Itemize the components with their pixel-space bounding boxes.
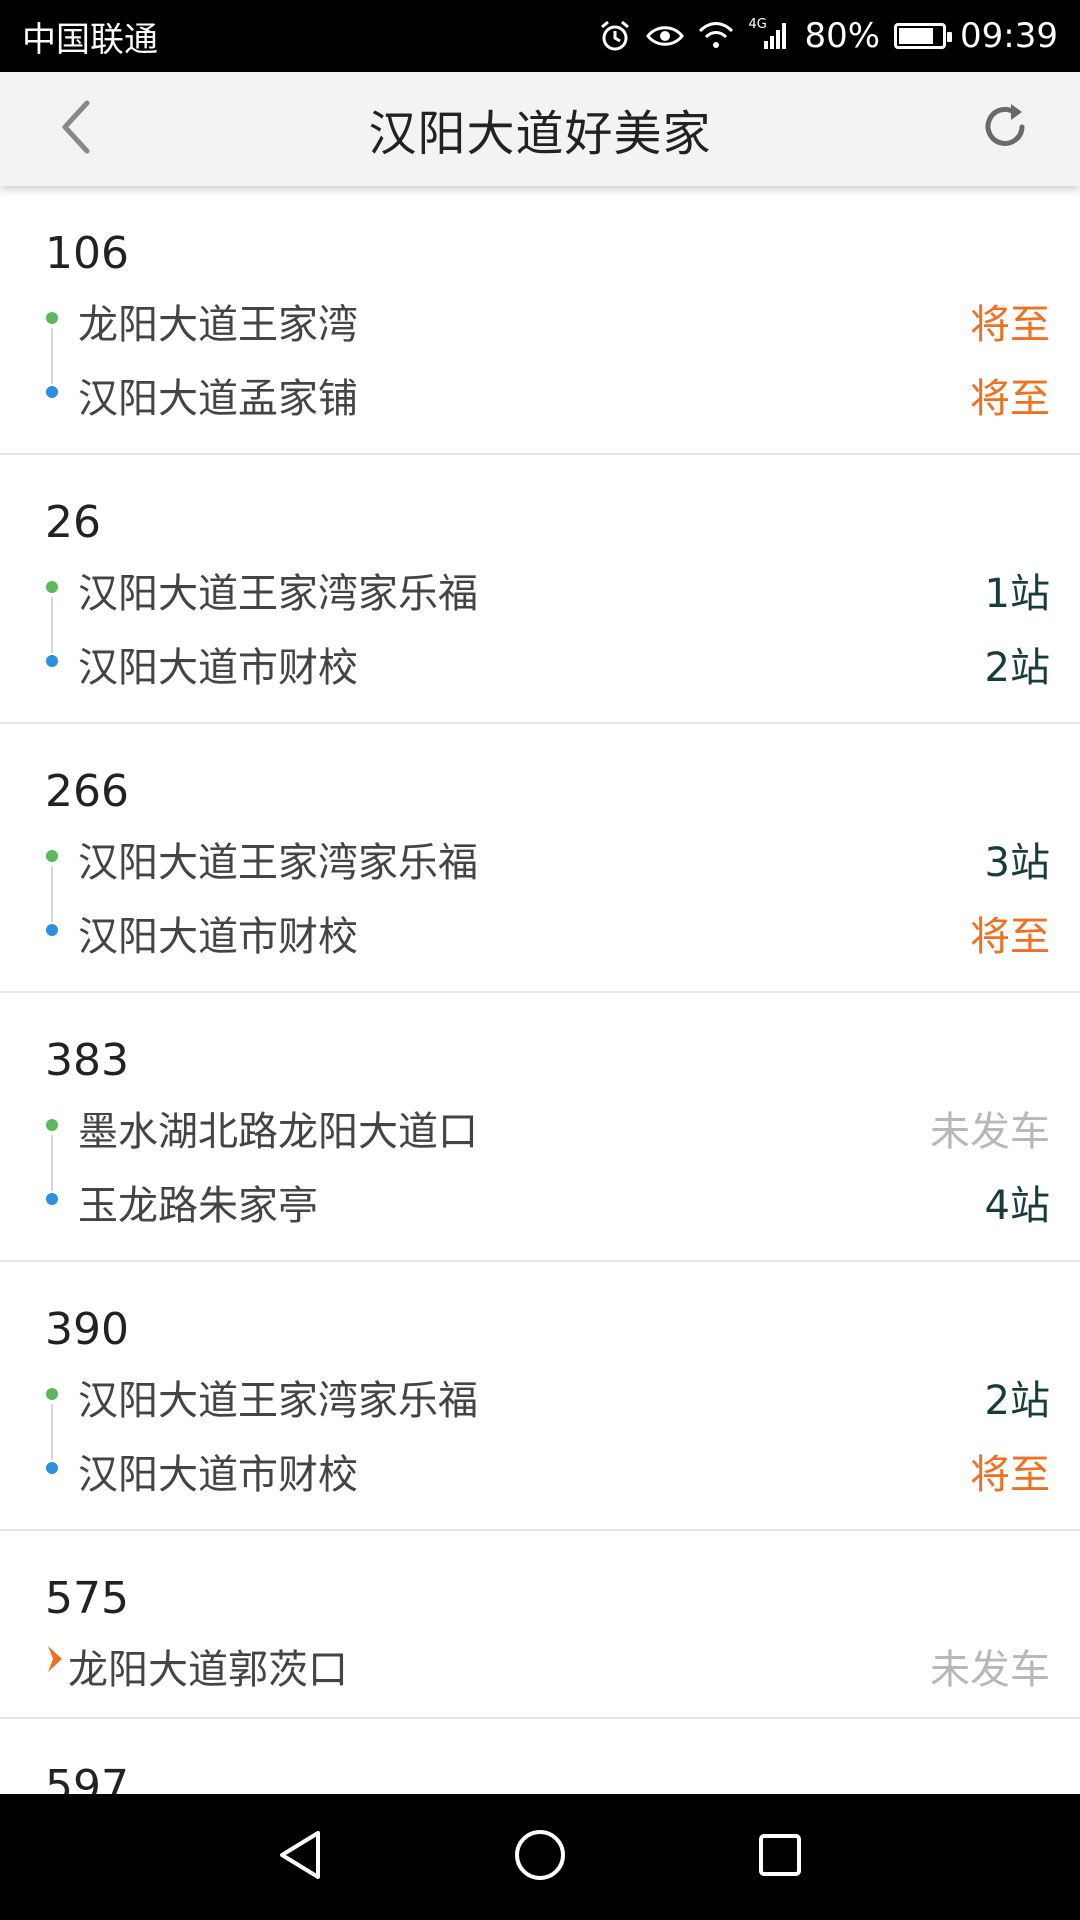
- line-number: 266: [45, 766, 129, 817]
- route-item[interactable]: 383 墨水湖北路龙阳大道口 未发车 玉龙路朱家亭 4站: [0, 993, 1080, 1262]
- arrival-status: 2站: [984, 1378, 1050, 1424]
- nav-home-button[interactable]: [495, 1812, 585, 1902]
- arrival-status: 将至: [970, 914, 1050, 960]
- nav-recent-button[interactable]: [735, 1812, 825, 1902]
- arrival-status: 2站: [984, 645, 1050, 691]
- stop-name: 墨水湖北路龙阳大道口: [78, 1109, 478, 1155]
- wifi-icon: [698, 21, 734, 51]
- battery-percent: 80%: [804, 16, 881, 56]
- stop-name: 玉龙路朱家亭: [78, 1183, 318, 1229]
- route-item[interactable]: 106 龙阳大道王家湾 将至 汉阳大道孟家铺 将至: [0, 186, 1080, 455]
- stop-name: 汉阳大道市财校: [78, 645, 358, 691]
- nav-back-button[interactable]: [255, 1812, 345, 1902]
- arrival-status: 将至: [970, 1452, 1050, 1498]
- stop-name: 汉阳大道王家湾家乐福: [78, 571, 478, 617]
- network-type-label: 4G: [748, 17, 767, 32]
- route-item[interactable]: 597: [0, 1719, 1080, 1794]
- arrival-status: 将至: [970, 302, 1050, 348]
- blue-dot-icon: [46, 386, 58, 398]
- signal-icon: 4G: [748, 17, 790, 51]
- connector-line: [51, 1404, 53, 1460]
- blue-dot-icon: [46, 1193, 58, 1205]
- arrival-status: 未发车: [930, 1647, 1050, 1693]
- route-item[interactable]: 390 汉阳大道王家湾家乐福 2站 汉阳大道市财校 将至: [0, 1262, 1080, 1531]
- green-dot-icon: [46, 1388, 58, 1400]
- app-header: 汉阳大道好美家: [0, 72, 1080, 186]
- connector-line: [51, 866, 53, 922]
- blue-dot-icon: [46, 1462, 58, 1474]
- stop-name: 龙阳大道郭茨口: [68, 1647, 348, 1693]
- line-number: 575: [45, 1573, 129, 1624]
- connector-line: [51, 1135, 53, 1191]
- arrow-right-icon: [46, 1644, 64, 1678]
- route-list[interactable]: 106 龙阳大道王家湾 将至 汉阳大道孟家铺 将至 26 汉阳大道王家湾家乐福 …: [0, 186, 1080, 1794]
- clock: 09:39: [960, 16, 1058, 56]
- stop-name: 龙阳大道王家湾: [78, 302, 358, 348]
- green-dot-icon: [46, 581, 58, 593]
- back-button[interactable]: [40, 94, 110, 164]
- refresh-icon: [978, 100, 1032, 158]
- eye-icon: [646, 23, 685, 49]
- green-dot-icon: [46, 312, 58, 324]
- line-number: 383: [45, 1035, 129, 1086]
- circle-home-icon: [513, 1828, 567, 1886]
- connector-line: [51, 328, 53, 384]
- stop-name: 汉阳大道王家湾家乐福: [78, 840, 478, 886]
- line-number: 106: [45, 228, 129, 279]
- triangle-back-icon: [276, 1829, 324, 1885]
- alarm-icon: [598, 19, 632, 53]
- battery-level: [899, 28, 934, 44]
- line-number: 597: [45, 1761, 129, 1794]
- chevron-left-icon: [57, 99, 93, 159]
- battery-icon: [894, 23, 953, 49]
- line-number: 26: [45, 497, 101, 548]
- system-nav-bar: [0, 1794, 1080, 1920]
- line-number: 390: [45, 1304, 129, 1355]
- stop-name: 汉阳大道王家湾家乐福: [78, 1378, 478, 1424]
- blue-dot-icon: [46, 655, 58, 667]
- stop-name: 汉阳大道孟家铺: [78, 376, 358, 422]
- stop-name: 汉阳大道市财校: [78, 914, 358, 960]
- blue-dot-icon: [46, 924, 58, 936]
- status-icons: 4G 80% 09:39: [598, 16, 1058, 56]
- connector-line: [51, 597, 53, 653]
- green-dot-icon: [46, 850, 58, 862]
- carrier-label: 中国联通: [22, 19, 158, 60]
- arrival-status: 将至: [970, 376, 1050, 422]
- arrival-status: 3站: [984, 840, 1050, 886]
- route-item[interactable]: 26 汉阳大道王家湾家乐福 1站 汉阳大道市财校 2站: [0, 455, 1080, 724]
- green-dot-icon: [46, 1119, 58, 1131]
- arrival-status: 1站: [984, 571, 1050, 617]
- square-recent-icon: [756, 1831, 804, 1883]
- arrival-status: 未发车: [930, 1109, 1050, 1155]
- arrival-status: 4站: [984, 1183, 1050, 1229]
- page-title: 汉阳大道好美家: [368, 106, 712, 162]
- status-bar: 中国联通 4G 80% 09:39: [0, 0, 1080, 72]
- stop-name: 汉阳大道市财校: [78, 1452, 358, 1498]
- refresh-button[interactable]: [970, 94, 1040, 164]
- route-item[interactable]: 575 龙阳大道郭茨口 未发车: [0, 1531, 1080, 1719]
- route-item[interactable]: 266 汉阳大道王家湾家乐福 3站 汉阳大道市财校 将至: [0, 724, 1080, 993]
